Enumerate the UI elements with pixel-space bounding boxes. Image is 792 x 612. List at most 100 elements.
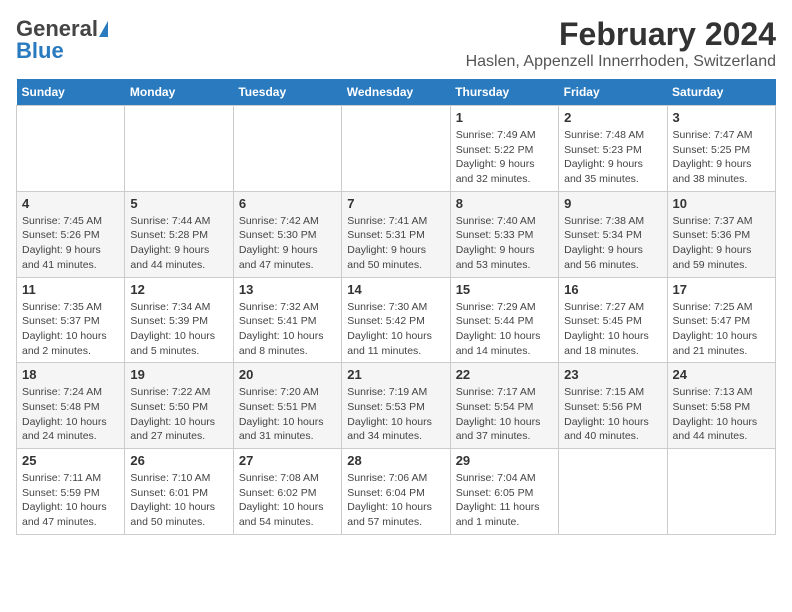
day-number: 17 [673,282,770,297]
day-number: 28 [347,453,444,468]
weekday-header: Friday [559,79,667,106]
calendar-cell: 14 Sunrise: 7:30 AMSunset: 5:42 PMDayligh… [342,277,450,363]
day-info: Sunrise: 7:19 AMSunset: 5:53 PMDaylight:… [347,385,444,444]
day-number: 1 [456,110,553,125]
calendar-cell: 3Sunrise: 7:47 AMSunset: 5:25 PMDaylight… [667,106,775,192]
day-info: Sunrise: 7:47 AMSunset: 5:25 PMDaylight:… [673,128,770,187]
day-info: Sunrise: 7:34 AMSunset: 5:39 PMDaylight:… [130,300,227,359]
day-info: Sunrise: 7:06 AMSunset: 6:04 PMDaylight:… [347,471,444,530]
calendar-cell: 28 Sunrise: 7:06 AMSunset: 6:04 PMDayligh… [342,449,450,535]
day-info: Sunrise: 7:20 AMSunset: 5:51 PMDaylight:… [239,385,336,444]
calendar-cell: 18Sunrise: 7:24 AMSunset: 5:48 PMDayligh… [17,363,125,449]
day-info: Sunrise: 7:15 AMSunset: 5:56 PMDaylight:… [564,385,661,444]
day-info: Sunrise: 7:17 AMSunset: 5:54 PMDaylight:… [456,385,553,444]
weekday-header: Thursday [450,79,558,106]
day-info: Sunrise: 7:35 AMSunset: 5:37 PMDaylight:… [22,300,119,359]
day-number: 8 [456,196,553,211]
calendar-cell: 2 Sunrise: 7:48 AMSunset: 5:23 PMDaylight… [559,106,667,192]
calendar-cell: 23 Sunrise: 7:15 AMSunset: 5:56 PMDayligh… [559,363,667,449]
calendar-cell: 27 Sunrise: 7:08 AMSunset: 6:02 PMDayligh… [233,449,341,535]
day-number: 14 [347,282,444,297]
calendar-cell: 26 Sunrise: 7:10 AMSunset: 6:01 PMDayligh… [125,449,233,535]
day-number: 6 [239,196,336,211]
day-number: 23 [564,367,661,382]
calendar-cell: 11 Sunrise: 7:35 AMSunset: 5:37 PMDayligh… [17,277,125,363]
calendar-cell: 8 Sunrise: 7:40 AMSunset: 5:33 PMDaylight… [450,191,558,277]
day-info: Sunrise: 7:40 AMSunset: 5:33 PMDaylight:… [456,214,553,273]
calendar-cell: 25 Sunrise: 7:11 AMSunset: 5:59 PMDayligh… [17,449,125,535]
calendar-cell: 7Sunrise: 7:41 AMSunset: 5:31 PMDaylight… [342,191,450,277]
day-info: Sunrise: 7:32 AMSunset: 5:41 PMDaylight:… [239,300,336,359]
day-info: Sunrise: 7:24 AMSunset: 5:48 PMDaylight:… [22,385,119,444]
day-number: 13 [239,282,336,297]
day-info: Sunrise: 7:42 AMSunset: 5:30 PMDaylight:… [239,214,336,273]
day-info: Sunrise: 7:10 AMSunset: 6:01 PMDaylight:… [130,471,227,530]
day-info: Sunrise: 7:08 AMSunset: 6:02 PMDaylight:… [239,471,336,530]
day-number: 10 [673,196,770,211]
day-number: 29 [456,453,553,468]
logo-triangle-icon [99,21,108,37]
weekday-header: Monday [125,79,233,106]
calendar-week-row: 1 Sunrise: 7:49 AMSunset: 5:22 PMDaylight… [17,106,776,192]
day-info: Sunrise: 7:49 AMSunset: 5:22 PMDaylight:… [456,128,553,187]
day-number: 27 [239,453,336,468]
calendar-cell [17,106,125,192]
day-info: Sunrise: 7:04 AMSunset: 6:05 PMDaylight:… [456,471,553,530]
calendar-cell: 22 Sunrise: 7:17 AMSunset: 5:54 PMDayligh… [450,363,558,449]
day-number: 9 [564,196,661,211]
day-info: Sunrise: 7:48 AMSunset: 5:23 PMDaylight:… [564,128,661,187]
day-number: 24 [673,367,770,382]
page-title: February 2024 [466,16,776,53]
calendar-cell: 6 Sunrise: 7:42 AMSunset: 5:30 PMDaylight… [233,191,341,277]
calendar-cell [125,106,233,192]
day-number: 12 [130,282,227,297]
calendar-week-row: 25 Sunrise: 7:11 AMSunset: 5:59 PMDayligh… [17,449,776,535]
day-number: 20 [239,367,336,382]
logo: General Blue [16,16,108,64]
logo-blue-text: Blue [16,38,108,64]
day-info: Sunrise: 7:38 AMSunset: 5:34 PMDaylight:… [564,214,661,273]
calendar-header-row: SundayMondayTuesdayWednesdayThursdayFrid… [17,79,776,106]
calendar-table: SundayMondayTuesdayWednesdayThursdayFrid… [16,79,776,535]
page-header: General Blue February 2024 Haslen, Appen… [16,16,776,71]
calendar-cell: 1 Sunrise: 7:49 AMSunset: 5:22 PMDaylight… [450,106,558,192]
calendar-cell: 13 Sunrise: 7:32 AMSunset: 5:41 PMDayligh… [233,277,341,363]
calendar-week-row: 11 Sunrise: 7:35 AMSunset: 5:37 PMDayligh… [17,277,776,363]
day-number: 11 [22,282,119,297]
title-section: February 2024 Haslen, Appenzell Innerrho… [466,16,776,71]
calendar-cell: 9 Sunrise: 7:38 AMSunset: 5:34 PMDaylight… [559,191,667,277]
calendar-cell: 29 Sunrise: 7:04 AMSunset: 6:05 PMDayligh… [450,449,558,535]
calendar-cell: 16Sunrise: 7:27 AMSunset: 5:45 PMDayligh… [559,277,667,363]
calendar-cell: 24Sunrise: 7:13 AMSunset: 5:58 PMDayligh… [667,363,775,449]
calendar-cell: 15Sunrise: 7:29 AMSunset: 5:44 PMDayligh… [450,277,558,363]
day-info: Sunrise: 7:41 AMSunset: 5:31 PMDaylight:… [347,214,444,273]
day-info: Sunrise: 7:30 AMSunset: 5:42 PMDaylight:… [347,300,444,359]
calendar-week-row: 18Sunrise: 7:24 AMSunset: 5:48 PMDayligh… [17,363,776,449]
day-number: 4 [22,196,119,211]
day-info: Sunrise: 7:29 AMSunset: 5:44 PMDaylight:… [456,300,553,359]
weekday-header: Wednesday [342,79,450,106]
calendar-cell [559,449,667,535]
calendar-cell: 10Sunrise: 7:37 AMSunset: 5:36 PMDayligh… [667,191,775,277]
calendar-cell: 4 Sunrise: 7:45 AMSunset: 5:26 PMDaylight… [17,191,125,277]
day-info: Sunrise: 7:45 AMSunset: 5:26 PMDaylight:… [22,214,119,273]
calendar-cell: 12 Sunrise: 7:34 AMSunset: 5:39 PMDayligh… [125,277,233,363]
weekday-header: Sunday [17,79,125,106]
calendar-cell: 20 Sunrise: 7:20 AMSunset: 5:51 PMDayligh… [233,363,341,449]
calendar-cell [667,449,775,535]
calendar-cell: 5Sunrise: 7:44 AMSunset: 5:28 PMDaylight… [125,191,233,277]
weekday-header: Tuesday [233,79,341,106]
day-number: 22 [456,367,553,382]
day-number: 2 [564,110,661,125]
page-subtitle: Haslen, Appenzell Innerrhoden, Switzerla… [466,53,776,71]
calendar-cell [342,106,450,192]
day-info: Sunrise: 7:44 AMSunset: 5:28 PMDaylight:… [130,214,227,273]
day-info: Sunrise: 7:11 AMSunset: 5:59 PMDaylight:… [22,471,119,530]
day-info: Sunrise: 7:22 AMSunset: 5:50 PMDaylight:… [130,385,227,444]
calendar-cell [233,106,341,192]
weekday-header: Saturday [667,79,775,106]
calendar-cell: 17Sunrise: 7:25 AMSunset: 5:47 PMDayligh… [667,277,775,363]
day-number: 25 [22,453,119,468]
day-number: 26 [130,453,227,468]
calendar-cell: 19Sunrise: 7:22 AMSunset: 5:50 PMDayligh… [125,363,233,449]
